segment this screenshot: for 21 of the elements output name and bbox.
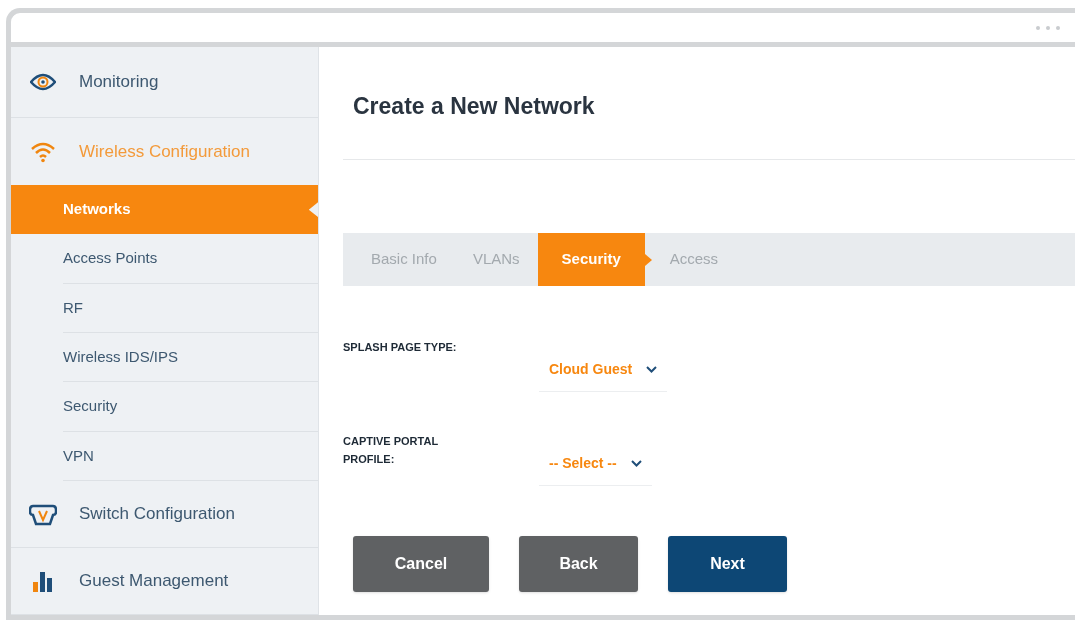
sidebar-section[interactable]: Monitoring bbox=[11, 47, 318, 118]
action-button[interactable]: Next bbox=[668, 536, 787, 592]
chevron-down-icon bbox=[630, 460, 642, 467]
step-arrow-icon bbox=[644, 253, 652, 266]
field-label: SPLASH PAGE TYPE: bbox=[343, 340, 458, 355]
wifi-icon bbox=[30, 140, 56, 163]
more-icon[interactable] bbox=[1035, 24, 1061, 31]
bar-chart-icon bbox=[32, 570, 54, 592]
sidebar-item[interactable]: Security bbox=[63, 382, 318, 432]
sidebar-item[interactable]: Wireless IDS/IPS bbox=[63, 332, 318, 383]
sidebar-section[interactable]: Guest Management bbox=[11, 547, 318, 616]
eye-icon bbox=[30, 72, 56, 92]
sidebar-section[interactable]: Switch Configuration bbox=[11, 480, 318, 548]
action-button[interactable]: Cancel bbox=[353, 536, 489, 592]
sidebar-item[interactable]: Access Points bbox=[63, 234, 318, 284]
chevron-down-icon bbox=[646, 366, 658, 373]
field-label: CAPTIVE PORTAL PROFILE: bbox=[343, 434, 439, 467]
page-title: Create a New Network bbox=[353, 92, 596, 121]
action-button[interactable]: Back bbox=[519, 536, 638, 592]
sidebar-item[interactable]: VPN bbox=[63, 431, 318, 481]
sidebar-item[interactable]: RF bbox=[63, 283, 318, 333]
